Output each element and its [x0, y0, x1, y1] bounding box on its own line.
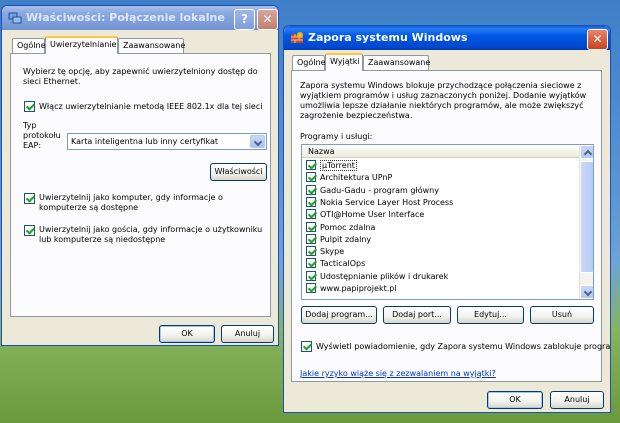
tab-authentication[interactable]: Uwierzytelnianie	[45, 36, 118, 54]
program-name: TacticalOps	[320, 259, 366, 269]
edit-button[interactable]: Edytuj...	[457, 306, 524, 324]
close-icon: ✕	[262, 12, 273, 26]
authentication-description: Wybierz tę opcję, aby zapewnić uwierzyte…	[23, 67, 258, 86]
list-scrollbar[interactable]	[579, 145, 593, 299]
list-item[interactable]: OTI@Home User Interface	[306, 209, 578, 220]
list-item[interactable]: µTorrent	[306, 160, 578, 171]
list-item[interactable]: Pulpit zdalny	[306, 233, 578, 245]
program-checkbox[interactable]	[306, 209, 316, 220]
list-item[interactable]: TacticalOps	[306, 258, 578, 269]
eap-type-label: Typ protokołu EAP:	[23, 121, 61, 150]
close-button[interactable]: ✕	[587, 29, 608, 50]
list-item[interactable]: www.papiprojekt.pl	[306, 283, 578, 294]
notify-checkbox[interactable]	[301, 341, 312, 352]
chevron-down-icon	[250, 135, 265, 148]
auth-as-computer-checkbox[interactable]	[24, 193, 35, 204]
program-name: µTorrent	[320, 160, 357, 171]
exceptions-risk-link[interactable]: Jakie ryzyko wiąże się z zezwalaniem na …	[300, 369, 496, 378]
ok-button[interactable]: OK	[159, 325, 215, 343]
scroll-up-button[interactable]	[580, 145, 593, 159]
program-name: OTI@Home User Interface	[320, 210, 425, 220]
auth-as-guest-label: Uwierzytelnij jako gościa, gdy informacj…	[39, 225, 263, 244]
network-properties-window: Właściwości: Połączenie lokalne ? ✕ Ogól…	[1, 5, 279, 346]
tab-general[interactable]: Ogólne	[12, 38, 45, 53]
program-checkbox[interactable]	[306, 172, 316, 183]
program-name: Nokia Service Layer Host Process	[320, 197, 454, 207]
tab-advanced[interactable]: Zaawansowane	[118, 38, 185, 53]
enable-8021x-checkbox[interactable]	[24, 101, 35, 112]
firewall-description: Zapora systemu Windows blokuje przychodz…	[300, 81, 587, 120]
program-name: Gadu-Gadu - program główny	[320, 185, 439, 195]
program-checkbox[interactable]	[306, 233, 316, 244]
program-checkbox[interactable]	[306, 246, 316, 257]
list-item[interactable]: Gadu-Gadu - program główny	[306, 184, 578, 196]
ok-button[interactable]: OK	[487, 391, 543, 409]
enable-8021x-label: Włącz uwierzytelnianie metodą IEEE 802.1…	[39, 102, 263, 111]
delete-button[interactable]: Usuń	[530, 306, 594, 324]
eap-type-select[interactable]: Karta inteligentna lub inny certyfikat	[67, 133, 267, 150]
cancel-button[interactable]: Anuluj	[221, 325, 274, 343]
cancel-button[interactable]: Anuluj	[550, 391, 604, 409]
eap-properties-button[interactable]: Właściwości	[210, 163, 267, 181]
program-checkbox[interactable]	[306, 258, 316, 269]
help-button[interactable]: ?	[234, 9, 255, 30]
program-checkbox[interactable]	[306, 184, 316, 195]
program-name: Skype	[320, 247, 345, 257]
close-button[interactable]: ✕	[257, 9, 278, 30]
list-item[interactable]: Architektura UPnP	[306, 172, 578, 183]
programs-label: Programy i usługi:	[300, 132, 373, 141]
firewall-window: Zapora systemu Windows ✕ Ogólne Wyjątki …	[283, 25, 611, 413]
close-icon: ✕	[592, 32, 603, 46]
network-properties-title: Właściwości: Połączenie lokalne	[26, 11, 225, 24]
list-item[interactable]: Skype	[306, 246, 578, 257]
add-port-button[interactable]: Dodaj port...	[383, 306, 451, 324]
firewall-titlebar[interactable]: Zapora systemu Windows	[284, 26, 610, 50]
program-checkbox[interactable]	[306, 270, 316, 281]
eap-type-value: Karta inteligentna lub inny certyfikat	[71, 137, 219, 146]
scroll-thumb[interactable]	[580, 161, 593, 273]
list-item[interactable]: Pomoc zdalna	[306, 221, 578, 233]
add-program-button[interactable]: Dodaj program...	[301, 306, 377, 324]
program-name: www.papiprojekt.pl	[320, 284, 397, 293]
auth-as-guest-checkbox[interactable]	[24, 225, 35, 236]
list-item[interactable]: Udostępnianie plików i drukarek	[306, 270, 578, 282]
program-checkbox[interactable]	[306, 221, 316, 232]
exceptions-panel: Zapora systemu Windows blokuje przychodz…	[291, 70, 611, 382]
program-checkbox[interactable]	[306, 283, 316, 293]
list-item[interactable]: Nokia Service Layer Host Process	[306, 196, 578, 208]
auth-as-computer-label: Uwierzytelnij jako komputer, gdy informa…	[39, 193, 223, 212]
firewall-icon	[291, 32, 303, 43]
authentication-panel: Wybierz tę opcję, aby zapewnić uwierzyte…	[10, 53, 271, 317]
column-header-name[interactable]: Nazwa	[302, 145, 580, 158]
tab-exceptions[interactable]: Wyjątki	[325, 53, 363, 71]
tab-general[interactable]: Ogólne	[292, 55, 325, 70]
network-connection-icon	[8, 12, 22, 24]
scroll-down-button[interactable]	[580, 285, 593, 299]
program-checkbox[interactable]	[306, 196, 316, 207]
programs-list[interactable]: Nazwa µTorrent Architektura UPnP Gadu-Gadu…	[301, 144, 594, 300]
program-name: Pomoc zdalna	[320, 222, 376, 232]
firewall-title: Zapora systemu Windows	[308, 31, 468, 44]
program-name: Architektura UPnP	[320, 173, 393, 183]
program-name: Udostępnianie plików i drukarek	[320, 271, 449, 281]
notify-label: Wyświetl powiadomienie, gdy Zapora syste…	[316, 342, 611, 351]
program-name: Pulpit zdalny	[320, 234, 372, 244]
program-checkbox[interactable]	[306, 160, 316, 170]
tab-advanced[interactable]: Zaawansowane	[363, 55, 430, 70]
